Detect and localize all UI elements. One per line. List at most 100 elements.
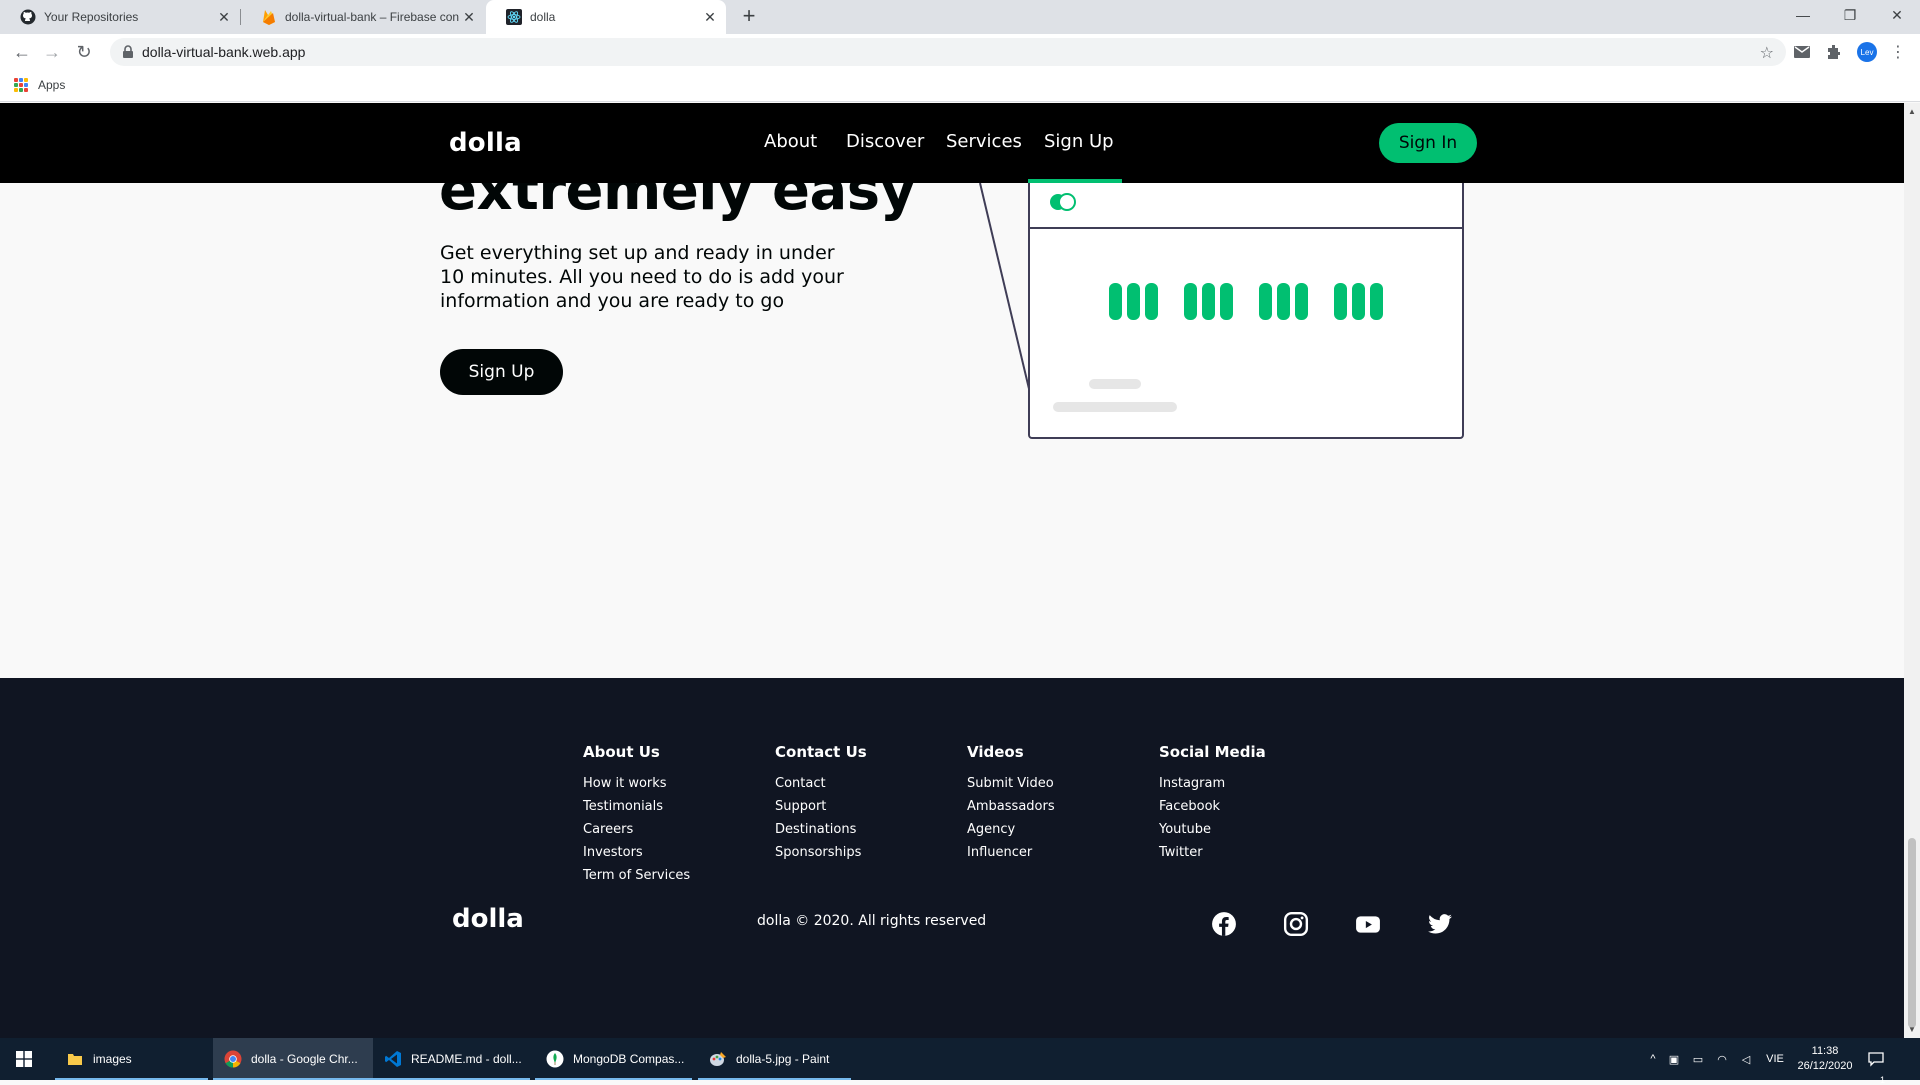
minimize-icon[interactable]: — — [1780, 0, 1826, 30]
nav-link-about[interactable]: About — [764, 131, 817, 152]
taskbar-label: README.md - doll... — [411, 1052, 522, 1066]
footer-link[interactable]: Investors — [583, 841, 690, 864]
menu-kebab-icon[interactable]: ⋮ — [1888, 42, 1908, 62]
close-tab-icon[interactable]: ✕ — [216, 9, 232, 25]
wifi-icon[interactable]: ◠ — [1710, 1053, 1734, 1066]
footer-link[interactable]: Testimonials — [583, 795, 690, 818]
action-center-icon[interactable]: 1 — [1858, 1051, 1894, 1085]
address-bar[interactable]: dolla-virtual-bank.web.app ☆ — [110, 38, 1786, 66]
footer-link[interactable]: Submit Video — [967, 772, 1055, 795]
footer-link[interactable]: Support — [775, 795, 867, 818]
nav-link-sign-up[interactable]: Sign Up — [1044, 131, 1114, 152]
nav-link-discover[interactable]: Discover — [846, 131, 924, 152]
bookmarks-bar: Apps — [0, 70, 1920, 102]
apps-grid-icon — [14, 78, 28, 92]
firebase-icon — [261, 9, 277, 25]
taskbar-item-vscode[interactable]: README.md - doll... — [373, 1038, 530, 1080]
footer-link[interactable]: Instagram — [1159, 772, 1266, 795]
browser-tab-strip: Your Repositories ✕ dolla-virtual-bank –… — [0, 0, 1920, 34]
restore-icon[interactable]: ❐ — [1827, 0, 1873, 30]
twitter-icon[interactable] — [1427, 911, 1453, 937]
footer-link[interactable]: How it works — [583, 772, 690, 795]
profile-avatar[interactable]: Lev — [1857, 42, 1877, 62]
footer-link[interactable]: Twitter — [1159, 841, 1266, 864]
taskbar-label: MongoDB Compas... — [573, 1052, 685, 1066]
windows-logo-icon — [16, 1051, 32, 1067]
extensions-icon[interactable] — [1824, 42, 1844, 62]
input-language[interactable]: VIE — [1758, 1053, 1792, 1065]
close-tab-icon[interactable]: ✕ — [702, 9, 718, 25]
tab-your-repositories[interactable]: Your Repositories ✕ — [0, 0, 241, 34]
github-icon — [20, 9, 36, 25]
footer-link[interactable]: Influencer — [967, 841, 1055, 864]
taskbar-item-mongodb[interactable]: MongoDB Compas... — [535, 1038, 692, 1080]
back-icon[interactable]: ← — [10, 40, 34, 64]
footer-link[interactable]: Careers — [583, 818, 690, 841]
scroll-down-arrow-icon[interactable]: ▼ — [1908, 1025, 1916, 1034]
footer-link[interactable]: Ambassadors — [967, 795, 1055, 818]
site-navbar: dolla About Discover Services Sign Up Si… — [0, 103, 1904, 183]
site-footer: About Us How it works Testimonials Caree… — [0, 678, 1904, 1038]
footer-link[interactable]: Contact — [775, 772, 867, 795]
sign-in-button[interactable]: Sign In — [1379, 123, 1477, 163]
start-button[interactable] — [0, 1038, 48, 1080]
lock-icon — [122, 45, 136, 59]
new-tab-button[interactable]: + — [736, 4, 762, 30]
footer-link[interactable]: Destinations — [775, 818, 867, 841]
footer-link[interactable]: Sponsorships — [775, 841, 867, 864]
taskbar-item-images[interactable]: images — [55, 1038, 208, 1080]
scrollbar-thumb[interactable] — [1908, 838, 1916, 1028]
footer-link[interactable]: Facebook — [1159, 795, 1266, 818]
react-icon — [506, 9, 522, 25]
volume-icon[interactable]: ◁ — [1734, 1053, 1758, 1066]
card-illustration — [979, 163, 1464, 439]
footer-logo[interactable]: dolla — [452, 904, 524, 934]
bookmark-star-icon[interactable]: ☆ — [1760, 43, 1774, 63]
tab-firebase[interactable]: dolla-virtual-bank – Firebase con ✕ — [241, 0, 485, 34]
close-window-icon[interactable]: ✕ — [1874, 0, 1920, 30]
facebook-icon[interactable] — [1211, 911, 1237, 937]
close-tab-icon[interactable]: ✕ — [461, 9, 477, 25]
taskbar-label: dolla - Google Chr... — [251, 1052, 358, 1066]
copyright-text: dolla © 2020. All rights reserved — [757, 913, 987, 929]
taskbar-item-paint[interactable]: dolla-5.jpg - Paint — [698, 1038, 851, 1080]
clock[interactable]: 11:38 26/12/2020 — [1792, 1044, 1858, 1074]
instagram-icon[interactable] — [1283, 911, 1309, 937]
apps-shortcut[interactable]: Apps — [14, 78, 65, 92]
footer-link[interactable]: Youtube — [1159, 818, 1266, 841]
windows-taskbar: images dolla - Google Chr... README.md -… — [0, 1038, 1920, 1085]
nav-link-services[interactable]: Services — [946, 131, 1022, 152]
battery-icon[interactable]: ▭ — [1686, 1053, 1710, 1066]
mail-icon[interactable] — [1792, 42, 1812, 62]
taskbar-label: images — [93, 1052, 132, 1066]
tab-title: dolla — [530, 10, 556, 24]
youtube-icon[interactable] — [1355, 911, 1381, 937]
footer-column-title: About Us — [583, 743, 660, 761]
footer-column-videos: Videos Submit Video Ambassadors Agency I… — [967, 743, 1055, 864]
footer-column-title: Social Media — [1159, 743, 1266, 761]
folder-icon — [65, 1049, 85, 1069]
forward-icon[interactable]: → — [40, 40, 64, 64]
clock-date: 26/12/2020 — [1797, 1060, 1853, 1072]
browser-toolbar: ← → ↻ dolla-virtual-bank.web.app ☆ Lev ⋮ — [0, 34, 1920, 70]
footer-link[interactable]: Term of Services — [583, 864, 690, 887]
tab-dolla[interactable]: dolla ✕ — [486, 0, 726, 34]
system-tray: ^ ▣ ▭ ◠ ◁ VIE 11:38 26/12/2020 1 — [1644, 1038, 1894, 1085]
hero-sign-up-button[interactable]: Sign Up — [440, 349, 563, 395]
footer-column-about-us: About Us How it works Testimonials Caree… — [583, 743, 690, 887]
notification-count: 1 — [1880, 1075, 1886, 1085]
device-icon[interactable]: ▣ — [1662, 1053, 1686, 1066]
footer-link[interactable]: Agency — [967, 818, 1055, 841]
show-hidden-icons-chevron-icon[interactable]: ^ — [1644, 1053, 1662, 1065]
site-logo[interactable]: dolla — [449, 128, 522, 158]
reload-icon[interactable]: ↻ — [72, 40, 96, 64]
url-text: dolla-virtual-bank.web.app — [142, 44, 306, 60]
chrome-icon — [223, 1049, 243, 1069]
page-scrollbar[interactable]: ▲ ▼ — [1904, 103, 1920, 1038]
footer-column-title: Videos — [967, 743, 1024, 761]
active-nav-indicator — [1028, 179, 1122, 183]
scroll-up-arrow-icon[interactable]: ▲ — [1908, 107, 1916, 116]
vscode-icon — [383, 1049, 403, 1069]
taskbar-item-chrome[interactable]: dolla - Google Chr... — [213, 1038, 373, 1080]
taskbar-label: dolla-5.jpg - Paint — [736, 1052, 830, 1066]
